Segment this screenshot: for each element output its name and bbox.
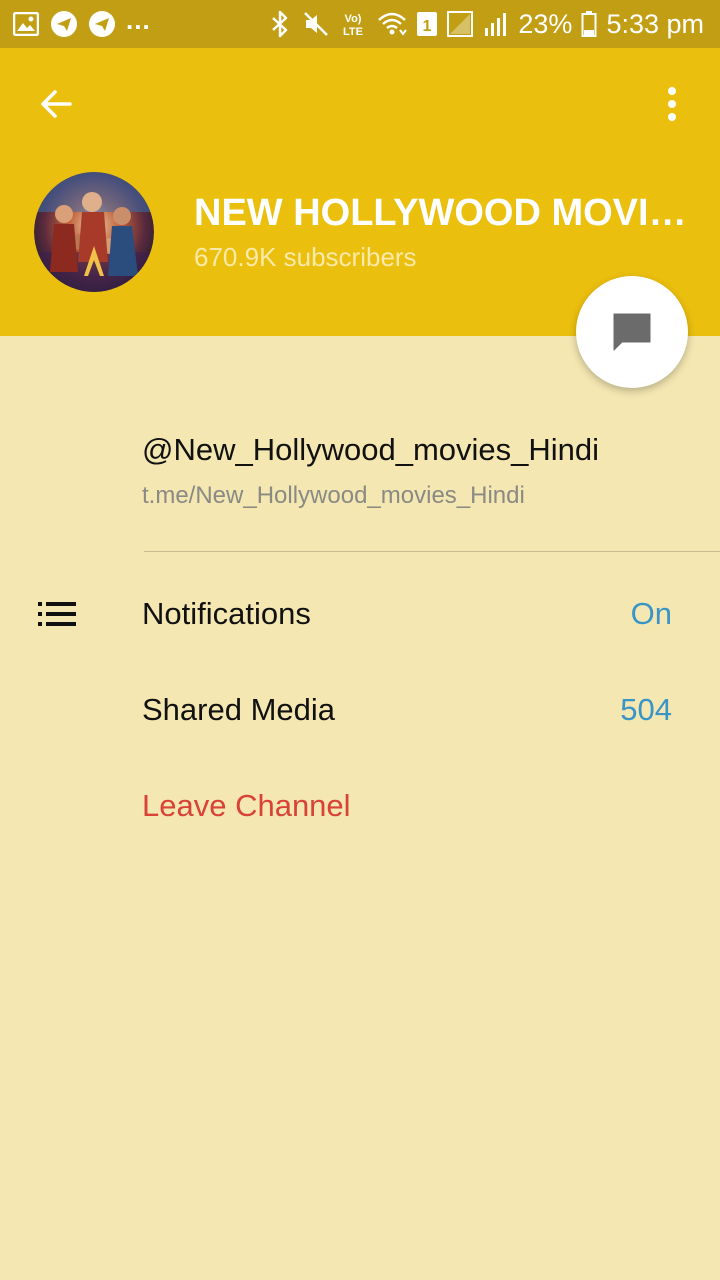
more-vert-icon: [668, 87, 676, 121]
leave-channel-row[interactable]: Leave Channel: [0, 760, 720, 856]
leave-channel-label: Leave Channel: [142, 788, 351, 823]
back-button[interactable]: [24, 80, 88, 128]
channel-title: NEW HOLLYWOOD MOVIES HINDI: [194, 192, 694, 234]
arrow-left-icon: [41, 90, 72, 118]
svg-text:LTE: LTE: [343, 26, 363, 38]
status-right: Vo) LTE 1 23% 5:33 pm: [266, 6, 704, 42]
more-options-button[interactable]: [648, 80, 696, 128]
battery-icon: [580, 10, 598, 38]
channel-avatar-image: [34, 172, 154, 292]
volte-icon: Vo) LTE: [338, 10, 368, 38]
sim-1-icon: 1: [416, 10, 438, 38]
svg-text:1: 1: [423, 18, 432, 35]
image-icon: [12, 10, 40, 38]
signal-empty-icon: [446, 10, 474, 38]
battery-percent: 23%: [518, 8, 573, 39]
message-button[interactable]: [576, 276, 688, 388]
svg-text:Vo): Vo): [345, 13, 362, 25]
channel-username[interactable]: @New_Hollywood_movies_Hindi: [142, 432, 599, 468]
channel-link[interactable]: t.me/New_Hollywood_movies_Hindi: [142, 482, 525, 510]
notifications-value: On: [630, 596, 672, 631]
shared-media-count: 504: [620, 692, 672, 727]
status-left: ...: [12, 4, 151, 40]
chat-bubble-icon: [613, 313, 651, 351]
shared-media-label: Shared Media: [142, 692, 336, 727]
signal-icon: [482, 10, 510, 38]
divider: [144, 551, 720, 552]
shared-media-row[interactable]: Shared Media 504: [0, 664, 720, 760]
notifications-row[interactable]: Notifications On: [0, 568, 720, 664]
subscriber-count: 670.9K subscribers: [194, 242, 417, 272]
telegram-icon: [88, 10, 116, 38]
clock: 5:33 pm: [606, 8, 704, 39]
wifi-icon: [376, 10, 408, 38]
bluetooth-icon: [266, 10, 294, 38]
telegram-icon: [50, 10, 78, 38]
list-icon: [38, 602, 76, 630]
overflow-notifications: ...: [126, 4, 151, 35]
mute-icon: [302, 10, 330, 38]
status-bar: ... Vo) LTE 1 23% 5:33 pm: [0, 0, 720, 48]
channel-avatar[interactable]: [34, 172, 154, 292]
notifications-label: Notifications: [142, 596, 311, 631]
